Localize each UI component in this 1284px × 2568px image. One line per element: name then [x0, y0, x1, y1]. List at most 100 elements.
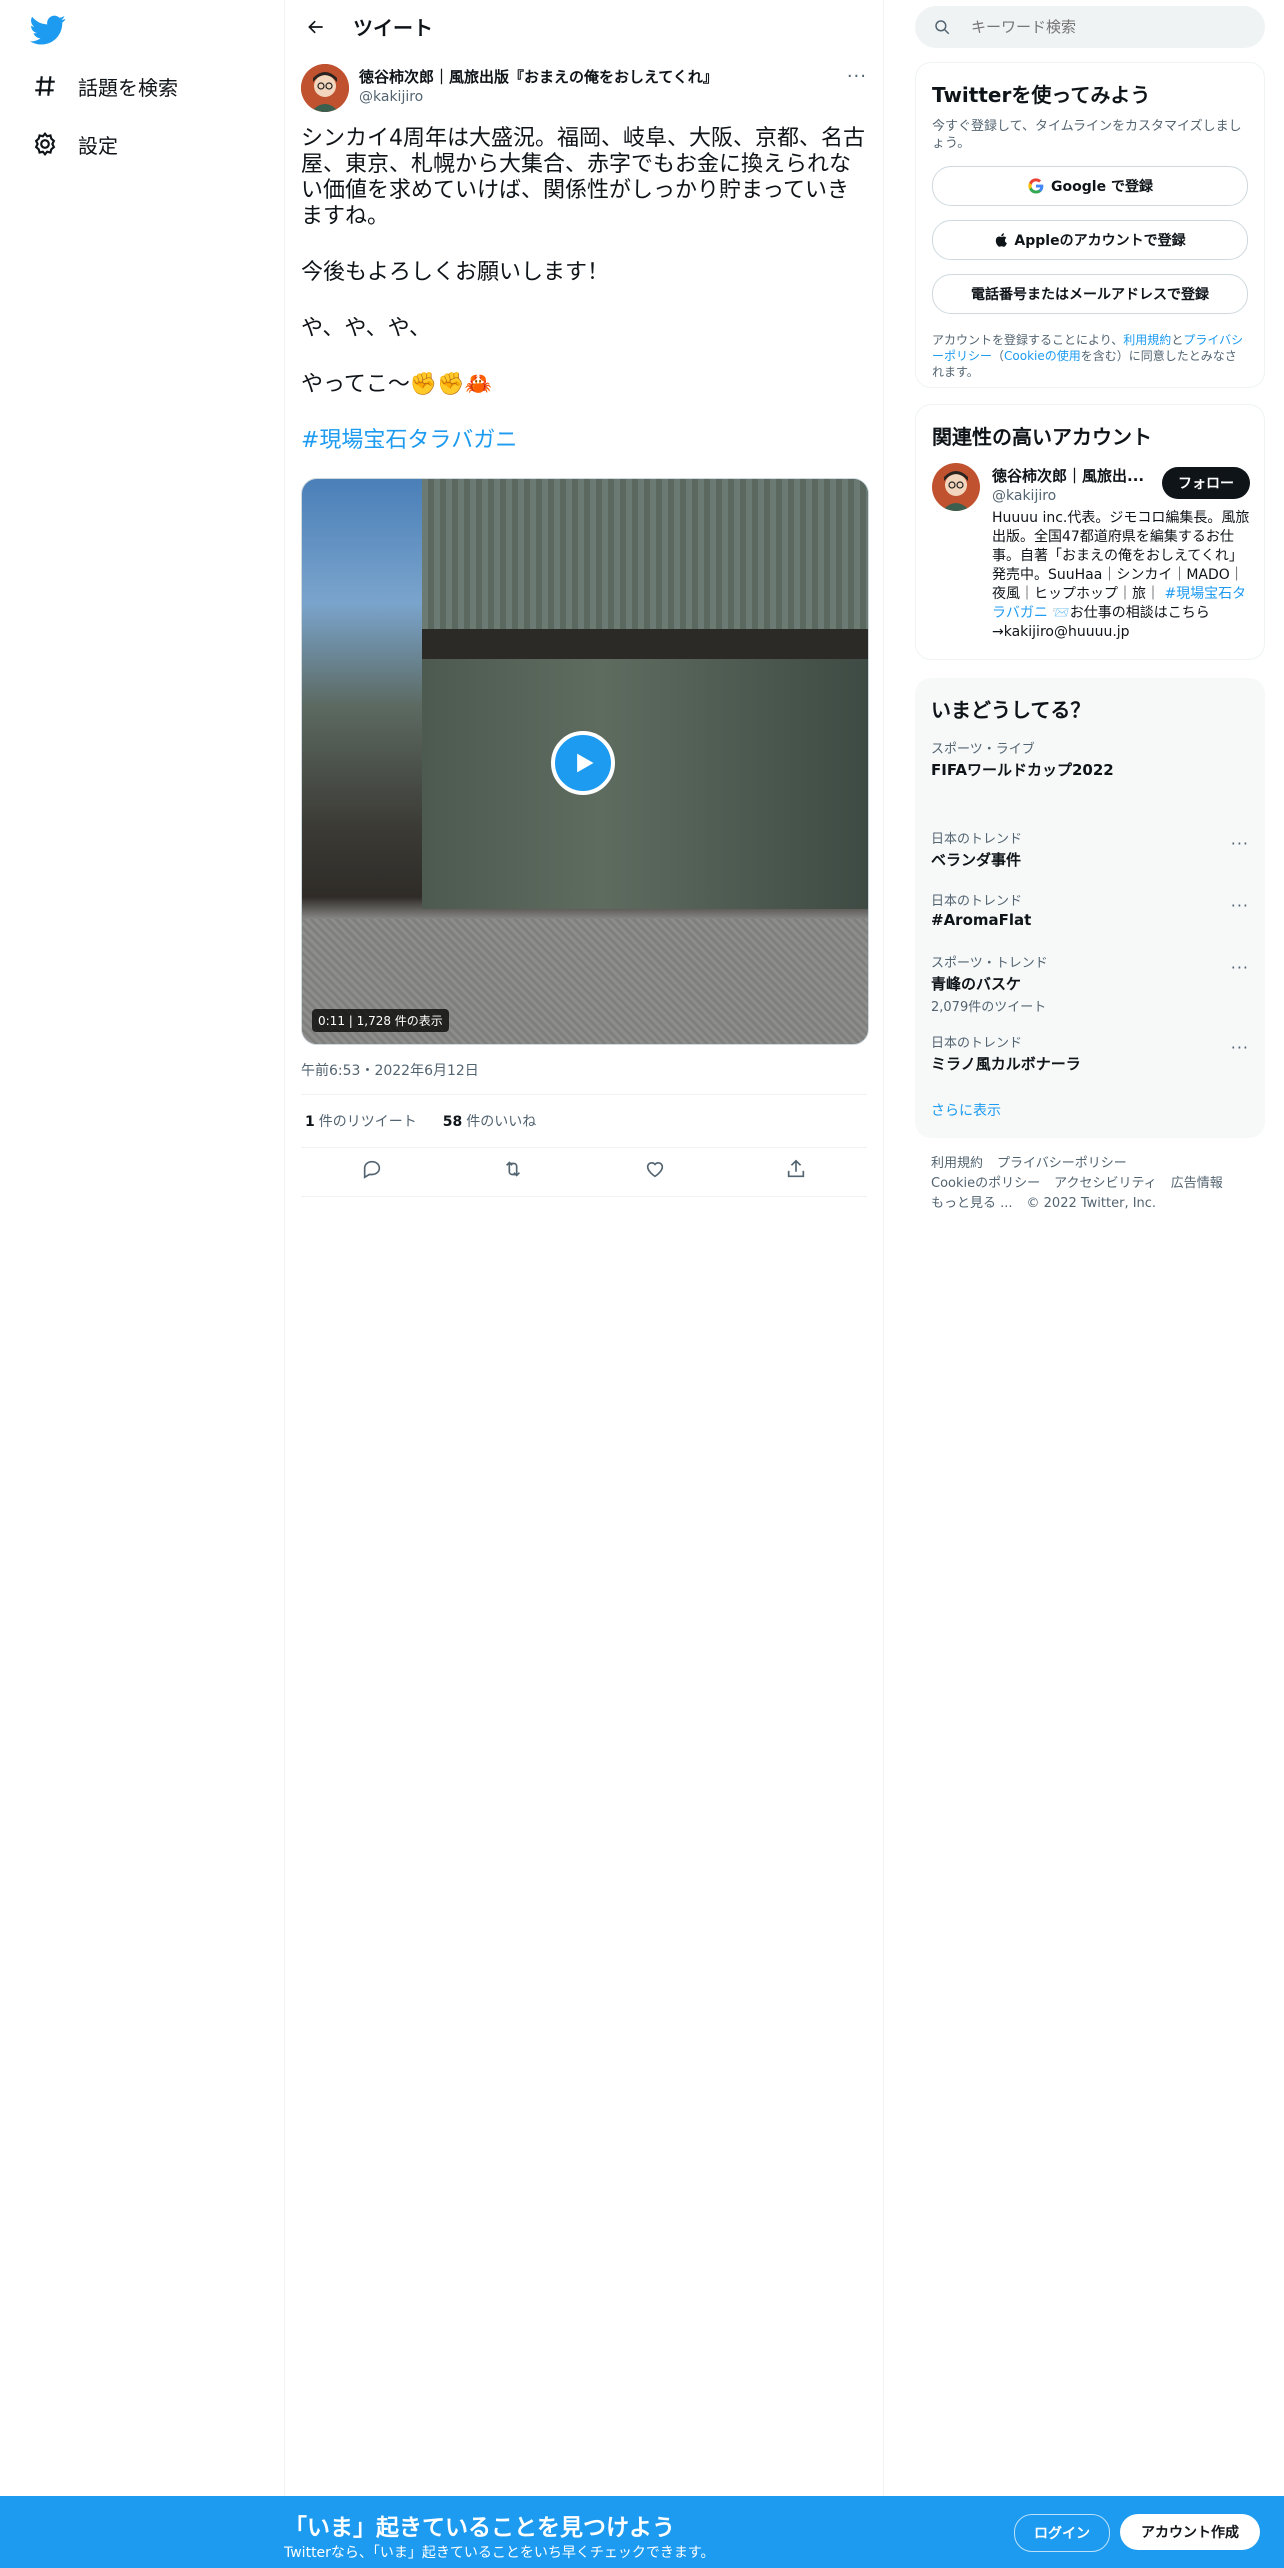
video-duration: 0:11 [318, 1014, 345, 1028]
tweet-timestamp[interactable]: 午前6:53・2022年6月12日 [301, 1060, 479, 1080]
signup-title: Twitterを使ってみよう [932, 83, 1151, 107]
retweets-stat[interactable]: 1 件のリツイート [305, 1111, 417, 1131]
retweets-count: 1 [305, 1114, 315, 1130]
nav-explore[interactable]: 話題を検索 [32, 58, 178, 114]
login-button[interactable]: ログイン [1014, 2514, 1110, 2552]
follow-button[interactable]: フォロー [1162, 467, 1250, 499]
related-account-info[interactable]: 徳谷柿次郎｜風旅出... @kakijiro [992, 465, 1144, 504]
trends-card: いまどうしてる？ スポーツ・ライブ FIFAワールドカップ2022 日本のトレン… [915, 678, 1265, 1138]
likes-count: 58 [442, 1114, 463, 1130]
related-name: 徳谷柿次郎｜風旅出... [992, 467, 1145, 485]
search-bar[interactable] [915, 6, 1265, 48]
tweet-hashtag[interactable]: #現場宝石タラバガニ [301, 428, 867, 454]
show-more-link[interactable]: さらに表示 [931, 1100, 1001, 1120]
main-column: ツイート 徳谷柿次郎｜風旅出版『おまえの俺をおしえてくれ』 @kakijiro … [285, 0, 884, 2568]
trend-more-icon[interactable]: ··· [1231, 958, 1249, 977]
footer-copyright: © 2022 Twitter, Inc. [1026, 1196, 1157, 1211]
trend-item[interactable]: 日本のトレンド #AromaFlat ··· [931, 890, 1249, 929]
back-button[interactable] [299, 10, 333, 44]
tweet-text: シンカイ4周年は大盛況。福岡、岐阜、大阪、京都、名古屋、東京、札幌から大集合、赤… [301, 126, 867, 454]
apple-icon [996, 233, 1008, 247]
hashtag-icon [35, 76, 55, 96]
signup-button[interactable]: アカウント作成 [1120, 2514, 1260, 2550]
back-arrow-icon [308, 20, 323, 33]
trend-item[interactable]: スポーツ・ライブ FIFAワールドカップ2022 [931, 738, 1249, 826]
trend-category: 日本のトレンド [931, 894, 1023, 909]
more-options-icon[interactable]: ··· [847, 66, 867, 87]
tweet-paragraph: や、や、や、 [301, 316, 432, 341]
footer-terms[interactable]: 利用規約 [931, 1156, 983, 1171]
related-title: 関連性の高いアカウント [932, 425, 1152, 449]
retweet-icon [506, 1161, 521, 1177]
search-input[interactable] [969, 17, 1253, 37]
author-name[interactable]: 徳谷柿次郎｜風旅出版『おまえの俺をおしえてくれ』 [359, 66, 718, 87]
apple-signup-button[interactable]: Appleのアカウントで登録 [932, 220, 1248, 260]
retweet-button[interactable] [502, 1158, 524, 1184]
tweet-paragraph: 今後もよろしくお願いします！ [301, 260, 610, 285]
footer-more[interactable]: もっと見る ... [931, 1196, 1013, 1211]
google-signup-button[interactable]: Google で登録 [932, 166, 1248, 206]
footer-ads[interactable]: 広告情報 [1171, 1176, 1223, 1191]
cookie-link[interactable]: Cookieの使用 [1004, 349, 1081, 363]
apple-signup-label: Appleのアカウントで登録 [1014, 233, 1186, 249]
trend-name: #AromaFlat [931, 911, 1032, 929]
trend-count: 2,079件のツイート [931, 1000, 1047, 1015]
google-signup-label: Google で登録 [1051, 179, 1153, 195]
heart-icon [646, 1162, 663, 1178]
terms-text: アカウントを登録することにより、利用規約とプライバシーポリシー（Cookieの使… [932, 332, 1248, 380]
phone-signup-button[interactable]: 電話番号またはメールアドレスで登録 [932, 274, 1248, 314]
video-views: 1,728 件の表示 [356, 1014, 443, 1028]
related-accounts-card: 関連性の高いアカウント 徳谷柿次郎｜風旅出... @kakijiro フォロー … [915, 404, 1265, 660]
trend-name: FIFAワールドカップ2022 [931, 761, 1114, 779]
likes-stat[interactable]: 58 件のいいね [443, 1111, 536, 1131]
reply-icon [363, 1160, 380, 1179]
bottom-bar-subtitle: Twitterなら、「いま」起きていることをいち早くチェックできます。 [284, 2545, 715, 2561]
trend-name: ベランダ事件 [931, 851, 1022, 869]
terms-link[interactable]: 利用規約 [1123, 333, 1171, 347]
avatar[interactable] [301, 64, 349, 112]
author-info[interactable]: 徳谷柿次郎｜風旅出版『おまえの俺をおしえてくれ』 @kakijiro [359, 66, 718, 105]
play-icon[interactable] [551, 731, 615, 795]
footer-accessibility[interactable]: アクセシビリティ [1054, 1176, 1157, 1191]
trend-more-icon[interactable]: ··· [1231, 1038, 1249, 1057]
terms-and: と [1171, 333, 1184, 347]
bottom-bar-title: 「いま」起きていることを見つけよう [284, 2515, 675, 2541]
trend-item[interactable]: 日本のトレンド ミラノ風カルボナーラ ··· [931, 1032, 1249, 1074]
retweets-label: 件のリツイート [318, 1114, 417, 1130]
main-header: ツイート [285, 0, 883, 53]
author-handle[interactable]: @kakijiro [359, 89, 718, 105]
trend-item[interactable]: スポーツ・トレンド 青峰のバスケ 2,079件のツイート ··· [931, 952, 1249, 1015]
likes-label: 件のいいね [466, 1114, 537, 1130]
video-info-badge: 0:11 | 1,728 件の表示 [312, 1009, 449, 1032]
signup-subtitle: 今すぐ登録して、タイムラインをカスタマイズしましょう。 [932, 119, 1242, 151]
related-bio: Huuuu inc.代表。ジモコロ編集長。風旅出版。全国47都道府県を編集するお… [992, 509, 1252, 642]
video-player[interactable]: 0:11 | 1,728 件の表示 [301, 478, 869, 1045]
share-icon [788, 1159, 805, 1178]
trend-more-icon[interactable]: ··· [1231, 896, 1249, 915]
terms-paren: （ [992, 349, 1005, 363]
nav-settings[interactable]: 設定 [32, 116, 118, 172]
footer-privacy[interactable]: プライバシーポリシー [997, 1156, 1127, 1171]
tweet-paragraph: シンカイ4周年は大盛況。福岡、岐阜、大阪、京都、名古屋、東京、札幌から大集合、赤… [301, 126, 865, 229]
google-icon [1028, 178, 1044, 194]
trend-item[interactable]: 日本のトレンド ベランダ事件 ··· [931, 828, 1249, 870]
video-scene [422, 479, 868, 629]
reply-button[interactable] [361, 1158, 383, 1184]
trend-category: 日本のトレンド [931, 832, 1023, 847]
trend-category: スポーツ・ライブ [931, 742, 1035, 757]
phone-signup-label: 電話番号またはメールアドレスで登録 [971, 287, 1209, 303]
left-navigation: 話題を検索 設定 [0, 0, 285, 2568]
trends-title: いまどうしてる？ [931, 698, 1091, 722]
trend-category: 日本のトレンド [931, 1036, 1023, 1051]
page-title: ツイート [353, 16, 433, 40]
trend-more-icon[interactable]: ··· [1231, 834, 1249, 853]
avatar[interactable] [932, 463, 980, 511]
trend-category: スポーツ・トレンド [931, 956, 1048, 971]
twitter-logo-icon[interactable] [30, 12, 66, 48]
like-button[interactable] [644, 1158, 666, 1184]
terms-prefix: アカウントを登録することにより、 [932, 333, 1124, 347]
share-button[interactable] [785, 1158, 807, 1184]
tweet-actions [301, 1146, 867, 1197]
trend-name: ミラノ風カルボナーラ [931, 1055, 1081, 1073]
footer-cookie[interactable]: Cookieのポリシー [931, 1176, 1040, 1191]
